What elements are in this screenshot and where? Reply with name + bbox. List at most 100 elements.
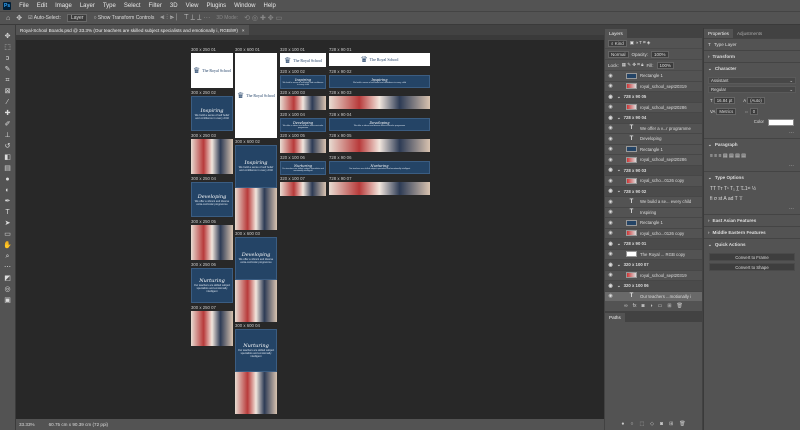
leading-value[interactable]: (Auto): [747, 97, 765, 104]
layer-group-row[interactable]: ◉ ⌄ 320 x 100 06: [605, 281, 702, 292]
menu-view[interactable]: View: [186, 3, 199, 9]
artboard-label[interactable]: 300 x 250 05: [191, 219, 216, 224]
artboard-label[interactable]: 300 x 600 01: [235, 47, 260, 52]
artboard-label[interactable]: 300 x 250 03: [191, 133, 216, 138]
artboard-label[interactable]: 728 x 90 01: [329, 47, 351, 52]
more-options-icon[interactable]: ⋯: [704, 161, 800, 171]
auto-select-checkbox[interactable]: ☑ Auto-Select:: [28, 15, 61, 21]
home-icon[interactable]: ⌂: [6, 15, 10, 22]
paragraph-align-icons[interactable]: ≡ ≡ ≡ ▤ ▤ ▤ ▤: [704, 151, 800, 161]
blur-tool-icon[interactable]: ●: [3, 176, 12, 184]
artboard-label[interactable]: 300 x 600 04: [235, 323, 260, 328]
layer-group-row[interactable]: ◉ ⌄ 728 x 90 03: [605, 165, 702, 176]
quick-select-tool-icon[interactable]: ✎: [3, 66, 12, 74]
kerning-field[interactable]: VA Metrics: [710, 108, 737, 115]
layer-row[interactable]: ◉ Rectangle 1: [605, 145, 702, 155]
layer-row[interactable]: ◉ royal_scho...0126 copy: [605, 176, 702, 187]
chevron-down-icon[interactable]: ⌄: [617, 167, 621, 173]
more-tools-icon[interactable]: ⋯: [3, 264, 12, 272]
new-path-icon[interactable]: ⊞: [669, 421, 673, 427]
menu-select[interactable]: Select: [124, 3, 141, 9]
convert-to-frame-button[interactable]: Convert to Frame: [709, 253, 795, 261]
font-size-value[interactable]: 16.84 pt: [713, 97, 736, 104]
more-options-icon[interactable]: ⋯: [704, 204, 800, 214]
blend-mode-dropdown[interactable]: Normal: [608, 50, 629, 58]
3d-tools-icons[interactable]: ⟲ ◎ ✚ ✥ ▭: [244, 14, 282, 22]
menu-edit[interactable]: Edit: [37, 3, 47, 9]
menu-window[interactable]: Window: [234, 3, 255, 9]
path-select-tool-icon[interactable]: ➤: [3, 220, 12, 228]
eye-icon[interactable]: ◉: [607, 115, 614, 121]
dodge-tool-icon[interactable]: ◐: [3, 187, 12, 195]
layer-row[interactable]: ◉ The Royal ... RGB copy: [605, 250, 702, 260]
kerning-value[interactable]: Metrics: [716, 108, 737, 115]
artboard-label[interactable]: 320 x 100 01: [280, 47, 305, 52]
layer-row[interactable]: ◉ royal_school_sept20286: [605, 155, 702, 166]
layer-row[interactable]: ◉ Rectangle 1: [605, 218, 702, 229]
eye-icon[interactable]: ◉: [607, 83, 614, 89]
layer-group-row[interactable]: ◉ ⌄ 728 x 90 01: [605, 239, 702, 250]
healing-tool-icon[interactable]: ✚: [3, 110, 12, 118]
layer-row[interactable]: ◉ T Inspiring: [605, 208, 702, 218]
menu-image[interactable]: Image: [55, 3, 72, 9]
opentype-icons[interactable]: fi σ st A ad T 𝕋: [704, 194, 800, 204]
new-layer-icon[interactable]: ⊞: [667, 303, 671, 309]
middle-eastern-section[interactable]: › Middle Eastern Features: [704, 226, 800, 238]
artboard-label[interactable]: 320 x 100 07: [280, 176, 305, 181]
artboard-photo[interactable]: [280, 139, 326, 153]
artboard-label[interactable]: 728 x 90 07: [329, 176, 351, 181]
artboard-label[interactable]: 728 x 90 04: [329, 112, 351, 117]
tab-paths[interactable]: Paths: [605, 312, 625, 322]
artboard-label[interactable]: 300 x 250 02: [191, 90, 216, 95]
layer-row[interactable]: ◉ royal_scho...0126 copy: [605, 229, 702, 239]
layer-group-row[interactable]: ◉ ⌄ 320 x 100 07: [605, 260, 702, 271]
artboard[interactable]: Inspiring We build a sense of self belief…: [329, 74, 430, 88]
artboard-photo[interactable]: [280, 182, 326, 196]
tab-adjustments[interactable]: Adjustments: [733, 29, 766, 38]
artboard[interactable]: ♛ The Royal School: [280, 53, 326, 67]
east-asian-section[interactable]: › East Asian Features: [704, 214, 800, 226]
filter-icons[interactable]: ▣ ◑ T ⌗ ◈: [630, 40, 651, 46]
chevron-down-icon[interactable]: ⌄: [617, 188, 621, 194]
close-icon[interactable]: ×: [242, 28, 245, 33]
fill-path-icon[interactable]: ●: [621, 421, 624, 427]
menu-plugins[interactable]: Plugins: [206, 3, 226, 9]
chevron-down-icon[interactable]: ⌄: [617, 283, 621, 289]
eye-icon[interactable]: ◉: [607, 272, 614, 278]
menu-layer[interactable]: Layer: [80, 3, 95, 9]
layer-row[interactable]: ◉ T We build a se... every child: [605, 197, 702, 208]
eye-icon[interactable]: ◉: [607, 251, 614, 257]
layer-group-row[interactable]: ◉ ⌄ 728 x 90 05: [605, 92, 702, 103]
filter-kind-dropdown[interactable]: ⌕ Kind: [608, 39, 627, 47]
font-size-field[interactable]: T 16.84 pt: [710, 97, 736, 104]
layer-row[interactable]: ◉ Rectangle 1: [605, 71, 702, 82]
artboard-photo[interactable]: [191, 139, 233, 174]
move-tool-icon[interactable]: ✥: [16, 14, 22, 22]
brush-tool-icon[interactable]: ✐: [3, 121, 12, 129]
eye-icon[interactable]: ◉: [607, 104, 614, 110]
lasso-tool-icon[interactable]: ↄ: [3, 55, 12, 63]
layer-group-row[interactable]: ◉ ⌄ 728 x 90 04: [605, 113, 702, 124]
artboard-label[interactable]: 320 x 100 02: [280, 69, 305, 74]
artboard[interactable]: Inspiring We build a sense of self belief…: [235, 145, 277, 230]
artboard-photo[interactable]: [329, 139, 430, 152]
artboard[interactable]: ♛ The Royal School: [329, 53, 430, 66]
eye-icon[interactable]: ◉: [607, 293, 614, 299]
convert-to-shape-button[interactable]: Convert to Shape: [709, 263, 795, 271]
eye-icon[interactable]: ◉: [607, 230, 614, 236]
document-tab[interactable]: Royal-School Boards.psd @ 33.3% (Our tea…: [16, 25, 249, 35]
stamp-tool-icon[interactable]: ⊥: [3, 132, 12, 140]
artboard-label[interactable]: 300 x 600 02: [235, 139, 260, 144]
fx-icon[interactable]: fx: [633, 303, 637, 309]
chevron-down-icon[interactable]: ⌄: [617, 241, 621, 247]
artboard-label[interactable]: 728 x 90 05: [329, 133, 351, 138]
shape-tool-icon[interactable]: ▭: [3, 231, 12, 239]
artboard-label[interactable]: 300 x 250 07: [191, 305, 216, 310]
mask-icon[interactable]: ◙: [642, 303, 645, 309]
zoom-tool-icon[interactable]: ⌕: [3, 253, 12, 261]
eye-icon[interactable]: ◉: [607, 283, 614, 289]
adjustment-icon[interactable]: ◑: [650, 303, 653, 309]
menu-3d[interactable]: 3D: [170, 3, 178, 9]
crop-tool-icon[interactable]: ⌗: [3, 77, 12, 85]
eye-icon[interactable]: ◉: [607, 199, 614, 205]
